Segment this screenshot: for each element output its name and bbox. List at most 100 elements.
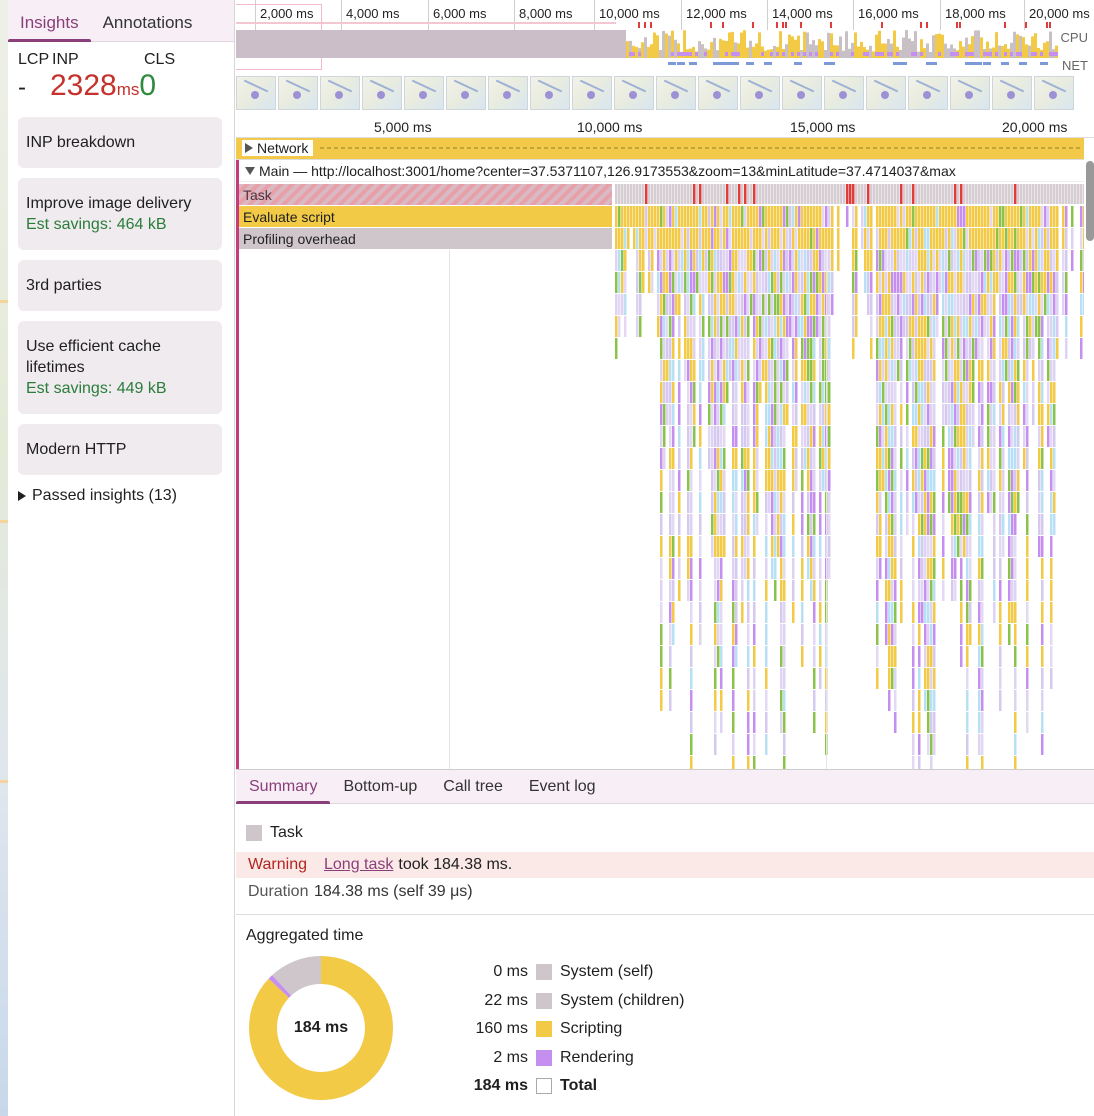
network-track[interactable]: Network — [236, 138, 1084, 160]
flame-slice — [960, 426, 963, 447]
long-task-link[interactable]: Long task — [324, 856, 393, 874]
flame-entry-profiling-overhead[interactable]: Profiling overhead — [239, 228, 612, 249]
flame-slice — [819, 536, 822, 557]
flame-slice — [765, 558, 768, 579]
flame-slice — [954, 338, 957, 359]
flame-slice — [966, 272, 969, 293]
filmstrip-screenshot[interactable] — [782, 76, 822, 110]
tab-bottom-up[interactable]: Bottom-up — [330, 778, 430, 803]
flame-slice — [885, 470, 888, 491]
flame-slice — [822, 272, 825, 293]
insight-third-parties[interactable]: 3rd parties — [18, 260, 222, 311]
insight-modern-http[interactable]: Modern HTTP — [18, 424, 222, 475]
flame-slice — [813, 338, 816, 359]
flame-slice — [780, 646, 783, 667]
flame-slice — [714, 294, 717, 315]
flame-slice — [699, 404, 702, 425]
filmstrip-screenshot[interactable] — [614, 76, 654, 110]
flame-task-slice — [927, 184, 930, 204]
flame-slice — [690, 426, 693, 447]
filmstrip-screenshot[interactable] — [446, 76, 486, 110]
flame-slice — [660, 206, 663, 227]
flame-slice — [969, 294, 972, 315]
insight-cache-lifetimes[interactable]: Use efficient cache lifetimes Est saving… — [18, 321, 222, 414]
flame-slice — [954, 426, 957, 447]
flame-slice — [819, 382, 822, 403]
flame-entry-task[interactable]: Task — [239, 184, 612, 205]
filmstrip-screenshot[interactable] — [656, 76, 696, 110]
filmstrip-screenshot[interactable] — [278, 76, 318, 110]
flame-slice — [951, 536, 954, 557]
filmstrip-screenshot[interactable] — [530, 76, 570, 110]
flame-slice — [990, 294, 993, 315]
long-task-marker — [1004, 22, 1006, 28]
flame-slice — [687, 404, 690, 425]
flame-slice — [723, 470, 726, 491]
flame-slice — [1080, 316, 1083, 337]
flame-slice — [672, 382, 675, 403]
flame-slice — [918, 206, 921, 227]
flame-slice — [903, 250, 906, 271]
flame-slice — [723, 404, 726, 425]
screenshot-filmstrip[interactable] — [236, 76, 1094, 110]
flame-slice — [720, 492, 723, 513]
flame-slice — [888, 580, 891, 601]
timeline-overview[interactable]: 2,000 ms 4,000 ms 6,000 ms 8,000 ms 10,000 m… — [236, 0, 1094, 118]
filmstrip-screenshot[interactable] — [866, 76, 906, 110]
insight-image-delivery[interactable]: Improve image delivery Est savings: 464 … — [18, 178, 222, 250]
flame-slice — [1026, 690, 1029, 711]
cpu-sample — [635, 46, 638, 58]
flame-slice — [948, 228, 951, 249]
flame-slice — [1026, 514, 1029, 535]
filmstrip-screenshot[interactable] — [698, 76, 738, 110]
tab-event-log[interactable]: Event log — [516, 778, 609, 803]
passed-insights-toggle[interactable]: Passed insights (13) — [8, 485, 234, 507]
cpu-sample — [713, 37, 716, 58]
flame-slice — [885, 206, 888, 227]
filmstrip-screenshot[interactable] — [362, 76, 402, 110]
flame-slice — [900, 382, 903, 403]
ruler-tick: 10,000 ms — [577, 119, 643, 135]
tab-summary[interactable]: Summary — [236, 778, 331, 804]
flame-slice — [801, 316, 804, 337]
flame-slice — [900, 206, 903, 227]
filmstrip-screenshot[interactable] — [992, 76, 1032, 110]
flame-slice — [792, 602, 795, 623]
filmstrip-screenshot[interactable] — [950, 76, 990, 110]
tab-call-tree[interactable]: Call tree — [430, 778, 516, 803]
cls-value[interactable]: 0 — [139, 69, 156, 103]
flame-slice — [726, 272, 729, 293]
flame-slice — [957, 206, 960, 227]
flame-slice — [732, 228, 735, 249]
filmstrip-screenshot[interactable] — [572, 76, 612, 110]
flame-slice — [894, 360, 897, 381]
tab-annotations[interactable]: Annotations — [91, 13, 205, 41]
flame-slice — [702, 294, 705, 315]
flame-entry-evaluate-script[interactable]: Evaluate script — [239, 206, 612, 227]
flame-chart-scrollbar[interactable] — [1086, 161, 1094, 241]
flame-slice — [930, 646, 933, 667]
filmstrip-screenshot[interactable] — [740, 76, 780, 110]
tab-insights[interactable]: Insights — [8, 13, 91, 42]
insight-inp-breakdown[interactable]: INP breakdown — [18, 117, 222, 168]
filmstrip-screenshot[interactable] — [320, 76, 360, 110]
flame-slice — [765, 206, 768, 227]
filmstrip-screenshot[interactable] — [488, 76, 528, 110]
flame-slice — [732, 294, 735, 315]
flame-slice — [942, 426, 945, 447]
filmstrip-screenshot[interactable] — [908, 76, 948, 110]
main-thread-flame-chart[interactable]: Main — http://localhost:3001/home?center… — [236, 160, 1084, 769]
filmstrip-screenshot[interactable] — [404, 76, 444, 110]
flame-slice — [714, 646, 717, 667]
flame-slice — [999, 514, 1002, 535]
flame-slice — [978, 404, 981, 425]
filmstrip-screenshot[interactable] — [824, 76, 864, 110]
filmstrip-screenshot[interactable] — [236, 76, 276, 110]
network-track-header[interactable]: Network — [242, 140, 314, 156]
flame-slice — [663, 228, 666, 249]
flame-slice — [741, 448, 744, 469]
inp-value[interactable]: 2328 — [50, 69, 117, 103]
filmstrip-screenshot[interactable] — [1034, 76, 1074, 110]
main-track-header[interactable]: Main — http://localhost:3001/home?center… — [239, 160, 1084, 182]
flame-slice — [1041, 470, 1044, 491]
